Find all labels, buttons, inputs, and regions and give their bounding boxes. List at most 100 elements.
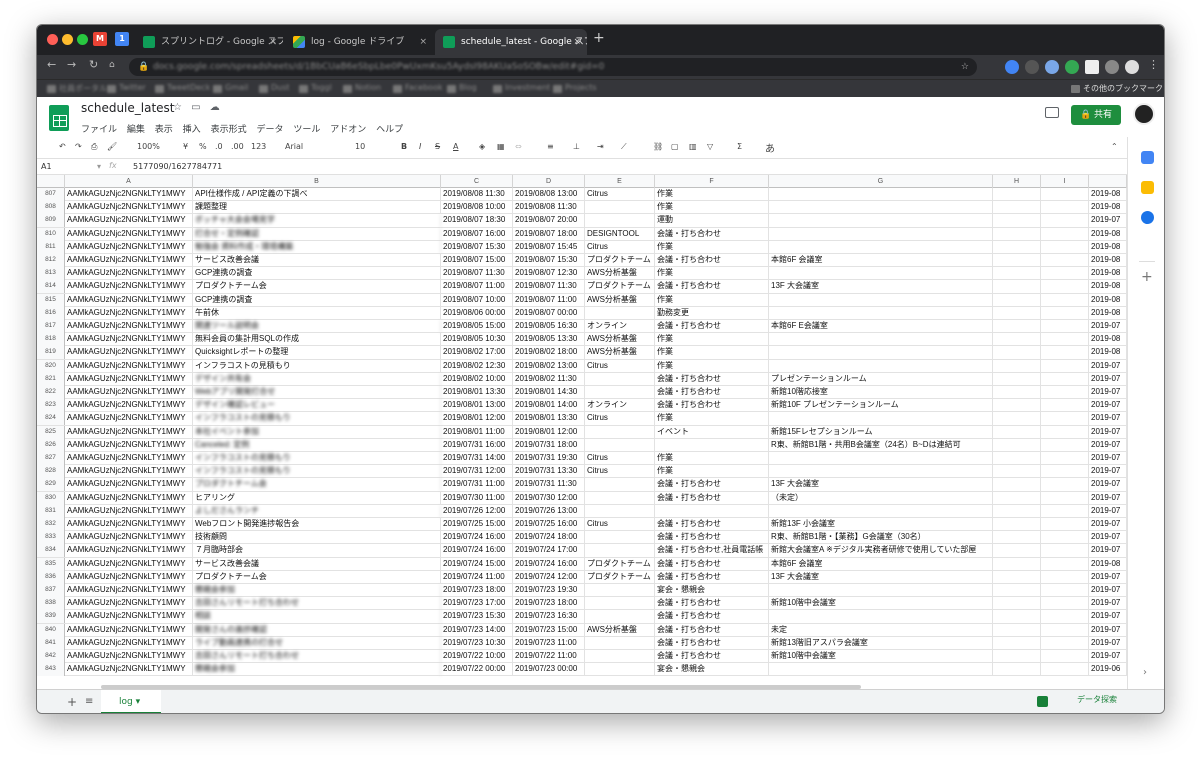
cell-a[interactable]: AAMkAGUzNjc2NGNkLTY1MWY <box>65 240 193 254</box>
cell-a[interactable]: AAMkAGUzNjc2NGNkLTY1MWY <box>65 425 193 439</box>
cell-g[interactable] <box>769 188 993 201</box>
column-header[interactable]: F <box>655 175 769 188</box>
cell-f[interactable]: 作業 <box>655 188 769 201</box>
cell-d[interactable]: 2019/08/01 13:30 <box>513 412 585 426</box>
cell-e[interactable]: オンライン <box>585 320 655 333</box>
cell-g[interactable] <box>769 584 993 597</box>
sheets-logo-icon[interactable] <box>49 105 69 131</box>
cell-j[interactable]: 2019-08 <box>1089 201 1127 215</box>
profile-avatar-icon[interactable] <box>1125 60 1139 74</box>
empty-cell[interactable] <box>993 478 1041 492</box>
cell-d[interactable]: 2019/07/31 18:00 <box>513 438 585 452</box>
cell-f[interactable]: イベント <box>655 425 769 439</box>
cell-f[interactable]: 作業 <box>655 333 769 347</box>
cell-f[interactable]: 宴会・懇親会 <box>655 663 769 677</box>
cell-d[interactable]: 2019/08/07 15:45 <box>513 240 585 254</box>
row-number[interactable]: 826 <box>37 438 65 452</box>
empty-cell[interactable] <box>993 570 1041 584</box>
name-box[interactable]: A1 <box>41 162 52 171</box>
italic-button[interactable]: I <box>419 142 421 151</box>
empty-cell[interactable] <box>993 240 1041 254</box>
empty-cell[interactable] <box>1041 650 1089 663</box>
empty-cell[interactable] <box>993 412 1041 426</box>
cell-d[interactable]: 2019/07/23 15:00 <box>513 623 585 637</box>
empty-cell[interactable] <box>1041 452 1089 465</box>
cell-b[interactable]: 関連ツール説明会 <box>193 320 441 333</box>
column-header[interactable]: A <box>65 175 193 188</box>
calendar-pinned-tab-icon[interactable]: 1 <box>115 32 129 46</box>
empty-cell[interactable] <box>993 359 1041 373</box>
cell-e[interactable] <box>585 306 655 320</box>
empty-cell[interactable] <box>1041 240 1089 254</box>
extension-icon[interactable] <box>1045 60 1059 74</box>
cell-b[interactable]: 無料会員の集計用SQLの作成 <box>193 333 441 347</box>
row-number[interactable]: 810 <box>37 227 65 241</box>
cell-f[interactable]: 会議・打ち合わせ <box>655 386 769 399</box>
extension-icon[interactable] <box>1065 60 1079 74</box>
reload-icon[interactable]: ↻ <box>89 58 98 71</box>
empty-cell[interactable] <box>1041 465 1089 479</box>
empty-cell[interactable] <box>993 544 1041 558</box>
cell-d[interactable]: 2019/08/07 15:30 <box>513 254 585 267</box>
cell-e[interactable]: AWS分析基盤 <box>585 267 655 281</box>
cell-c[interactable]: 2019/08/02 12:30 <box>441 359 513 373</box>
cell-d[interactable]: 2019/07/30 12:00 <box>513 491 585 505</box>
cell-g[interactable]: 13F 大会議室 <box>769 478 993 492</box>
home-icon[interactable]: ⌂ <box>109 60 115 70</box>
cell-b[interactable]: プロダクトチーム会 <box>193 570 441 584</box>
cell-f[interactable] <box>655 438 769 452</box>
cell-c[interactable]: 2019/07/24 15:00 <box>441 557 513 571</box>
cell-d[interactable]: 2019/07/23 19:30 <box>513 584 585 597</box>
row-number[interactable]: 835 <box>37 557 65 571</box>
cell-c[interactable]: 2019/07/25 15:00 <box>441 518 513 531</box>
cell-b[interactable]: ライブ動画連携の打合せ <box>193 636 441 650</box>
horizontal-align-icon[interactable]: ≡ <box>547 142 554 151</box>
empty-cell[interactable] <box>1041 306 1089 320</box>
menu-addons[interactable]: アドオン <box>330 125 366 135</box>
row-number[interactable]: 834 <box>37 544 65 558</box>
bookmark-item[interactable]: Toggl <box>299 83 332 95</box>
bookmark-item[interactable]: Dust <box>259 83 290 95</box>
cell-a[interactable]: AAMkAGUzNjc2NGNkLTY1MWY <box>65 663 193 677</box>
cell-d[interactable]: 2019/08/07 00:00 <box>513 306 585 320</box>
cell-b[interactable]: 技術顧問 <box>193 531 441 545</box>
cell-g[interactable] <box>769 240 993 254</box>
cell-e[interactable]: AWS分析基盤 <box>585 623 655 637</box>
back-icon[interactable]: ← <box>47 58 56 71</box>
cell-f[interactable]: 会議・打ち合わせ <box>655 570 769 584</box>
cell-e[interactable]: Citrus <box>585 452 655 465</box>
row-number[interactable]: 838 <box>37 597 65 611</box>
cell-a[interactable]: AAMkAGUzNjc2NGNkLTY1MWY <box>65 188 193 201</box>
all-sheets-icon[interactable]: ≡ <box>85 696 93 707</box>
cell-j[interactable]: 2019-07 <box>1089 412 1127 426</box>
cell-c[interactable]: 2019/08/06 00:00 <box>441 306 513 320</box>
cell-a[interactable]: AAMkAGUzNjc2NGNkLTY1MWY <box>65 320 193 333</box>
spreadsheet-grid[interactable]: A B C D E F G H I 807 AAMkAGUzNjc2NGNkLTY… <box>37 175 1127 689</box>
column-header[interactable]: I <box>1041 175 1089 188</box>
cell-c[interactable]: 2019/07/23 15:30 <box>441 610 513 624</box>
cell-j[interactable]: 2019-08 <box>1089 254 1127 267</box>
cell-c[interactable]: 2019/07/31 12:00 <box>441 465 513 479</box>
cell-d[interactable]: 2019/08/07 18:00 <box>513 227 585 241</box>
move-folder-icon[interactable]: ▭ <box>191 102 200 113</box>
cell-f[interactable]: 運動 <box>655 214 769 228</box>
cell-f[interactable]: 会議・打ち合わせ <box>655 518 769 531</box>
comments-icon[interactable] <box>1045 107 1059 118</box>
cell-b[interactable]: GCP連携の調査 <box>193 293 441 307</box>
cell-a[interactable]: AAMkAGUzNjc2NGNkLTY1MWY <box>65 412 193 426</box>
cell-g[interactable]: 新館10階中会議室 <box>769 650 993 663</box>
cell-d[interactable]: 2019/07/24 12:00 <box>513 570 585 584</box>
cell-b[interactable]: 吉田さんリモート打ち合わせ <box>193 650 441 663</box>
cell-f[interactable]: 会議・打ち合わせ <box>655 623 769 637</box>
cell-f[interactable]: 宴会・懇親会 <box>655 584 769 597</box>
column-header[interactable]: G <box>769 175 993 188</box>
cell-f[interactable]: 会議・打ち合わせ <box>655 280 769 294</box>
column-header[interactable]: B <box>193 175 441 188</box>
cell-e[interactable] <box>585 650 655 663</box>
cell-f[interactable]: 会議・打ち合わせ <box>655 531 769 545</box>
cell-d[interactable]: 2019/08/08 11:30 <box>513 201 585 215</box>
cell-e[interactable] <box>585 372 655 386</box>
cell-e[interactable] <box>585 504 655 518</box>
empty-cell[interactable] <box>993 425 1041 439</box>
cell-e[interactable]: オンライン <box>585 399 655 413</box>
